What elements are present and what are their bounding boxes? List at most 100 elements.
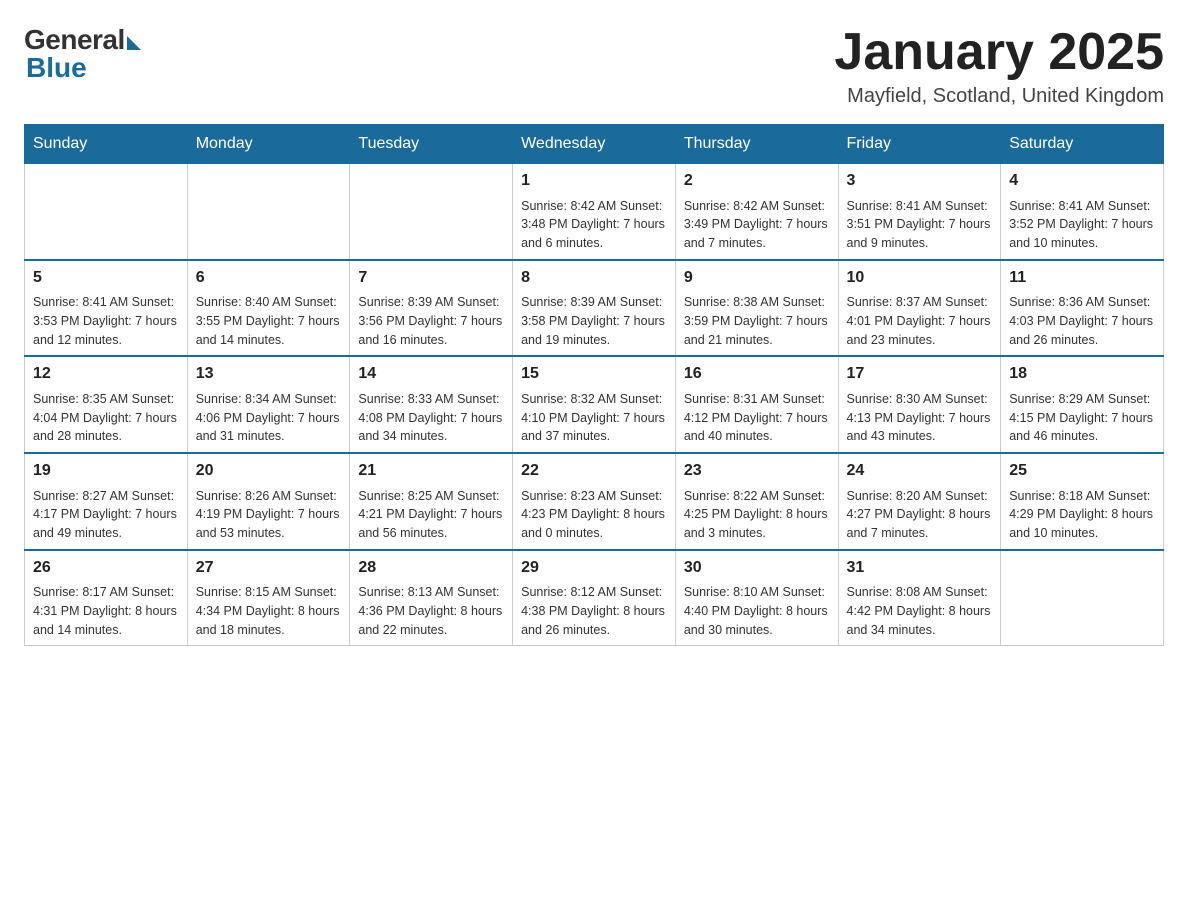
day-number: 11 bbox=[1009, 267, 1155, 289]
calendar-cell: 2 Sunrise: 8:42 AM Sunset: 3:49 PM Daylig… bbox=[675, 164, 838, 260]
day-info: Sunrise: 8:29 AM Sunset: 4:15 PM Dayligh… bbox=[1009, 390, 1155, 446]
calendar-cell: 4 Sunrise: 8:41 AM Sunset: 3:52 PM Daylig… bbox=[1001, 164, 1164, 260]
calendar-cell: 11 Sunrise: 8:36 AM Sunset: 4:03 PM Dayli… bbox=[1001, 260, 1164, 357]
calendar-cell: 29 Sunrise: 8:12 AM Sunset: 4:38 PM Dayli… bbox=[513, 550, 676, 646]
day-number: 28 bbox=[358, 557, 504, 579]
day-number: 20 bbox=[196, 460, 342, 482]
calendar-cell: 25 Sunrise: 8:18 AM Sunset: 4:29 PM Dayli… bbox=[1001, 453, 1164, 550]
day-number: 21 bbox=[358, 460, 504, 482]
day-info: Sunrise: 8:31 AM Sunset: 4:12 PM Dayligh… bbox=[684, 390, 830, 446]
calendar-cell: 6 Sunrise: 8:40 AM Sunset: 3:55 PM Daylig… bbox=[187, 260, 350, 357]
calendar-cell bbox=[25, 164, 188, 260]
calendar-cell: 15Sunrise: 8:32 AM Sunset: 4:10 PM Dayli… bbox=[513, 356, 676, 453]
calendar-cell: 13Sunrise: 8:34 AM Sunset: 4:06 PM Dayli… bbox=[187, 356, 350, 453]
day-number: 31 bbox=[847, 557, 993, 579]
day-info: Sunrise: 8:39 AM Sunset: 3:56 PM Dayligh… bbox=[358, 293, 504, 349]
title-area: January 2025 Mayfield, Scotland, United … bbox=[834, 24, 1164, 108]
day-number: 2 bbox=[684, 170, 830, 192]
day-info: Sunrise: 8:30 AM Sunset: 4:13 PM Dayligh… bbox=[847, 390, 993, 446]
day-info: Sunrise: 8:41 AM Sunset: 3:51 PM Dayligh… bbox=[847, 197, 993, 253]
day-info: Sunrise: 8:13 AM Sunset: 4:36 PM Dayligh… bbox=[358, 583, 504, 639]
day-number: 6 bbox=[196, 267, 342, 289]
logo-blue-text: Blue bbox=[26, 52, 87, 84]
day-info: Sunrise: 8:23 AM Sunset: 4:23 PM Dayligh… bbox=[521, 487, 667, 543]
day-info: Sunrise: 8:40 AM Sunset: 3:55 PM Dayligh… bbox=[196, 293, 342, 349]
day-of-week-header: Tuesday bbox=[350, 125, 513, 164]
day-number: 29 bbox=[521, 557, 667, 579]
day-number: 24 bbox=[847, 460, 993, 482]
day-number: 30 bbox=[684, 557, 830, 579]
calendar-cell: 1 Sunrise: 8:42 AM Sunset: 3:48 PM Daylig… bbox=[513, 164, 676, 260]
day-number: 4 bbox=[1009, 170, 1155, 192]
day-info: Sunrise: 8:34 AM Sunset: 4:06 PM Dayligh… bbox=[196, 390, 342, 446]
calendar-cell: 14 Sunrise: 8:33 AM Sunset: 4:08 PM Dayli… bbox=[350, 356, 513, 453]
location-text: Mayfield, Scotland, United Kingdom bbox=[834, 85, 1164, 108]
calendar-week-row: 26Sunrise: 8:17 AM Sunset: 4:31 PM Dayli… bbox=[25, 550, 1164, 646]
day-info: Sunrise: 8:25 AM Sunset: 4:21 PM Dayligh… bbox=[358, 487, 504, 543]
day-number: 27 bbox=[196, 557, 342, 579]
calendar-table: SundayMondayTuesdayWednesdayThursdayFrid… bbox=[24, 124, 1164, 646]
day-number: 19 bbox=[33, 460, 179, 482]
logo: General Blue bbox=[24, 24, 141, 84]
day-info: Sunrise: 8:08 AM Sunset: 4:42 PM Dayligh… bbox=[847, 583, 993, 639]
day-number: 10 bbox=[847, 267, 993, 289]
day-info: Sunrise: 8:18 AM Sunset: 4:29 PM Dayligh… bbox=[1009, 487, 1155, 543]
day-info: Sunrise: 8:12 AM Sunset: 4:38 PM Dayligh… bbox=[521, 583, 667, 639]
day-number: 3 bbox=[847, 170, 993, 192]
logo-arrow-icon bbox=[127, 36, 141, 50]
calendar-week-row: 19Sunrise: 8:27 AM Sunset: 4:17 PM Dayli… bbox=[25, 453, 1164, 550]
calendar-cell: 8Sunrise: 8:39 AM Sunset: 3:58 PM Daylig… bbox=[513, 260, 676, 357]
month-title: January 2025 bbox=[834, 24, 1164, 81]
day-info: Sunrise: 8:20 AM Sunset: 4:27 PM Dayligh… bbox=[847, 487, 993, 543]
calendar-cell: 27Sunrise: 8:15 AM Sunset: 4:34 PM Dayli… bbox=[187, 550, 350, 646]
day-of-week-header: Sunday bbox=[25, 125, 188, 164]
calendar-cell: 24 Sunrise: 8:20 AM Sunset: 4:27 PM Dayli… bbox=[838, 453, 1001, 550]
day-number: 25 bbox=[1009, 460, 1155, 482]
calendar-cell: 26Sunrise: 8:17 AM Sunset: 4:31 PM Dayli… bbox=[25, 550, 188, 646]
day-info: Sunrise: 8:33 AM Sunset: 4:08 PM Dayligh… bbox=[358, 390, 504, 446]
day-info: Sunrise: 8:36 AM Sunset: 4:03 PM Dayligh… bbox=[1009, 293, 1155, 349]
day-of-week-header: Monday bbox=[187, 125, 350, 164]
day-info: Sunrise: 8:26 AM Sunset: 4:19 PM Dayligh… bbox=[196, 487, 342, 543]
day-info: Sunrise: 8:37 AM Sunset: 4:01 PM Dayligh… bbox=[847, 293, 993, 349]
day-number: 18 bbox=[1009, 363, 1155, 385]
calendar-cell: 28 Sunrise: 8:13 AM Sunset: 4:36 PM Dayli… bbox=[350, 550, 513, 646]
day-info: Sunrise: 8:35 AM Sunset: 4:04 PM Dayligh… bbox=[33, 390, 179, 446]
day-number: 22 bbox=[521, 460, 667, 482]
day-number: 7 bbox=[358, 267, 504, 289]
calendar-cell: 7 Sunrise: 8:39 AM Sunset: 3:56 PM Daylig… bbox=[350, 260, 513, 357]
calendar-cell: 12Sunrise: 8:35 AM Sunset: 4:04 PM Dayli… bbox=[25, 356, 188, 453]
calendar-cell: 17Sunrise: 8:30 AM Sunset: 4:13 PM Dayli… bbox=[838, 356, 1001, 453]
day-number: 1 bbox=[521, 170, 667, 192]
calendar-cell: 9Sunrise: 8:38 AM Sunset: 3:59 PM Daylig… bbox=[675, 260, 838, 357]
day-number: 9 bbox=[684, 267, 830, 289]
calendar-cell: 3 Sunrise: 8:41 AM Sunset: 3:51 PM Daylig… bbox=[838, 164, 1001, 260]
day-of-week-header: Thursday bbox=[675, 125, 838, 164]
calendar-week-row: 12Sunrise: 8:35 AM Sunset: 4:04 PM Dayli… bbox=[25, 356, 1164, 453]
day-number: 14 bbox=[358, 363, 504, 385]
calendar-cell: 5 Sunrise: 8:41 AM Sunset: 3:53 PM Daylig… bbox=[25, 260, 188, 357]
day-number: 5 bbox=[33, 267, 179, 289]
calendar-week-row: 1 Sunrise: 8:42 AM Sunset: 3:48 PM Daylig… bbox=[25, 164, 1164, 260]
day-of-week-header: Saturday bbox=[1001, 125, 1164, 164]
calendar-header-row: SundayMondayTuesdayWednesdayThursdayFrid… bbox=[25, 125, 1164, 164]
calendar-cell: 23 Sunrise: 8:22 AM Sunset: 4:25 PM Dayli… bbox=[675, 453, 838, 550]
day-info: Sunrise: 8:42 AM Sunset: 3:48 PM Dayligh… bbox=[521, 197, 667, 253]
calendar-cell: 16Sunrise: 8:31 AM Sunset: 4:12 PM Dayli… bbox=[675, 356, 838, 453]
calendar-cell: 19Sunrise: 8:27 AM Sunset: 4:17 PM Dayli… bbox=[25, 453, 188, 550]
calendar-cell: 30 Sunrise: 8:10 AM Sunset: 4:40 PM Dayli… bbox=[675, 550, 838, 646]
day-info: Sunrise: 8:41 AM Sunset: 3:53 PM Dayligh… bbox=[33, 293, 179, 349]
day-info: Sunrise: 8:42 AM Sunset: 3:49 PM Dayligh… bbox=[684, 197, 830, 253]
day-of-week-header: Friday bbox=[838, 125, 1001, 164]
day-info: Sunrise: 8:10 AM Sunset: 4:40 PM Dayligh… bbox=[684, 583, 830, 639]
calendar-week-row: 5 Sunrise: 8:41 AM Sunset: 3:53 PM Daylig… bbox=[25, 260, 1164, 357]
calendar-cell bbox=[350, 164, 513, 260]
day-number: 23 bbox=[684, 460, 830, 482]
day-info: Sunrise: 8:22 AM Sunset: 4:25 PM Dayligh… bbox=[684, 487, 830, 543]
calendar-cell bbox=[1001, 550, 1164, 646]
calendar-cell: 22 Sunrise: 8:23 AM Sunset: 4:23 PM Dayli… bbox=[513, 453, 676, 550]
day-info: Sunrise: 8:17 AM Sunset: 4:31 PM Dayligh… bbox=[33, 583, 179, 639]
day-info: Sunrise: 8:41 AM Sunset: 3:52 PM Dayligh… bbox=[1009, 197, 1155, 253]
calendar-cell: 18 Sunrise: 8:29 AM Sunset: 4:15 PM Dayli… bbox=[1001, 356, 1164, 453]
calendar-cell: 10 Sunrise: 8:37 AM Sunset: 4:01 PM Dayli… bbox=[838, 260, 1001, 357]
